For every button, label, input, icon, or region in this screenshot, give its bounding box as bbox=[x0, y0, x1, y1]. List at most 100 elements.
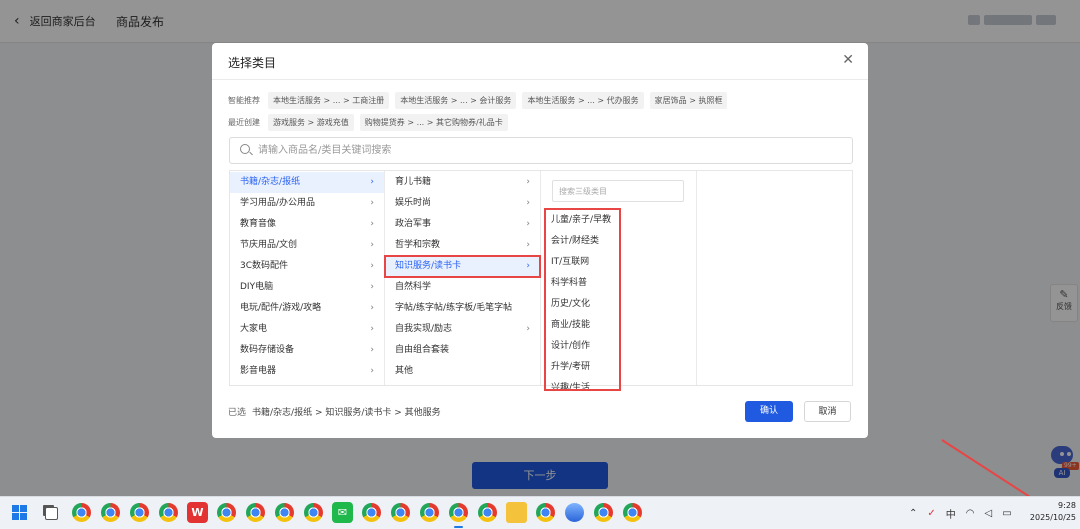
recommend-chip[interactable]: 本地生活服务 > ... > 代办服务 bbox=[522, 92, 644, 109]
recent-label: 最近创建 bbox=[228, 118, 260, 127]
close-icon[interactable]: ✕ bbox=[842, 52, 854, 68]
chevron-right-icon: › bbox=[370, 261, 374, 271]
selected-category: 已选 书籍/杂志/报纸 > 知识服务/读书卡 > 其他服务 bbox=[228, 405, 441, 418]
level3-item[interactable]: 兴趣/生活 bbox=[546, 378, 619, 389]
level2-item[interactable]: 自由组合套装 bbox=[385, 340, 540, 361]
level1-item[interactable]: 书籍/杂志/报纸 › bbox=[230, 172, 384, 193]
volume-icon[interactable]: ◁ bbox=[985, 508, 993, 519]
level3-item[interactable]: IT/互联网 bbox=[546, 252, 619, 273]
level2-item[interactable]: 育儿书籍 › bbox=[385, 172, 540, 193]
weather-icon[interactable] bbox=[565, 503, 584, 522]
chrome-icon[interactable] bbox=[159, 503, 178, 522]
recommend-chip[interactable]: 本地生活服务 > ... > 工商注册 bbox=[268, 92, 390, 109]
level1-item[interactable]: 电玩/配件/游戏/攻略 › bbox=[230, 298, 384, 319]
level3-search-input[interactable] bbox=[553, 181, 685, 201]
level1-item[interactable]: 3C数码配件 › bbox=[230, 256, 384, 277]
chevron-right-icon: › bbox=[370, 324, 374, 334]
level3-item[interactable]: 科学科普 bbox=[546, 273, 619, 294]
chrome-icon[interactable] bbox=[130, 503, 149, 522]
modal-header: 选择类目 ✕ bbox=[212, 43, 868, 80]
level3-item[interactable]: 商业/技能 bbox=[546, 315, 619, 336]
level2-item[interactable]: 自然科学 bbox=[385, 277, 540, 298]
level2-item-selected[interactable]: 知识服务/读书卡 › bbox=[384, 255, 541, 278]
category-search-box[interactable] bbox=[229, 137, 853, 164]
recent-chip[interactable]: 游戏服务 > 游戏充值 bbox=[268, 114, 354, 131]
folder-icon[interactable] bbox=[506, 502, 527, 523]
level3-item[interactable]: 升学/考研 bbox=[546, 357, 619, 378]
level2-item[interactable]: 娱乐时尚 › bbox=[385, 193, 540, 214]
chrome-icon[interactable] bbox=[478, 503, 497, 522]
chevron-right-icon: › bbox=[370, 198, 374, 208]
chrome-icon-active[interactable] bbox=[449, 503, 468, 528]
level1-item[interactable]: 教育音像 › bbox=[230, 214, 384, 235]
level2-column: 育儿书籍 › 娱乐时尚 › 政治军事 › 哲学和宗教 › 知识服务/读书卡 › 自然科学 … bbox=[384, 171, 541, 385]
chevron-right-icon: › bbox=[370, 345, 374, 355]
recommend-row: 智能推荐 本地生活服务 > ... > 工商注册 本地生活服务 > ... > … bbox=[228, 92, 728, 109]
wechat-icon[interactable]: ✉ bbox=[332, 502, 353, 523]
level3-column: 儿童/亲子/早教 会计/财经类 IT/互联网 科学科普 历史/文化 商业/技能 … bbox=[541, 171, 697, 391]
windows-start-icon[interactable] bbox=[12, 505, 28, 521]
chrome-icon[interactable] bbox=[275, 503, 294, 522]
ime-indicator[interactable]: 中 bbox=[946, 506, 956, 521]
windows-taskbar: W ✉ ⌃ ✓ 中 ◠ ◁ ▭ 9:28 2025/10/25 bbox=[0, 496, 1080, 529]
chevron-right-icon: › bbox=[526, 177, 530, 187]
chrome-icon[interactable] bbox=[391, 503, 410, 522]
chevron-right-icon: › bbox=[370, 282, 374, 292]
level3-item[interactable]: 儿童/亲子/早教 bbox=[546, 210, 619, 231]
level2-item[interactable]: 字帖/练字帖/练字板/毛笔字帖 bbox=[385, 298, 540, 319]
chrome-icon[interactable] bbox=[246, 503, 265, 522]
chrome-icon[interactable] bbox=[594, 503, 613, 522]
level3-search-box[interactable] bbox=[552, 180, 685, 202]
chrome-icon[interactable] bbox=[623, 503, 642, 522]
level1-item[interactable]: 数码存储设备 › bbox=[230, 340, 384, 361]
chevron-right-icon: › bbox=[370, 219, 374, 229]
wps-icon[interactable]: W bbox=[187, 502, 208, 523]
clock-date: 2025/10/25 bbox=[1029, 513, 1076, 522]
recent-chip[interactable]: 购物提货券 > ... > 其它购物券/礼品卡 bbox=[359, 114, 508, 131]
chevron-right-icon: › bbox=[526, 324, 530, 334]
selected-label: 已选 bbox=[228, 408, 247, 418]
level3-item[interactable]: 会计/财经类 bbox=[546, 231, 619, 252]
taskbar-apps: W ✉ bbox=[40, 502, 643, 528]
chevron-right-icon: › bbox=[526, 219, 530, 229]
chevron-right-icon: › bbox=[526, 198, 530, 208]
level1-item[interactable]: 学习用品/办公用品 › bbox=[230, 193, 384, 214]
cancel-button[interactable]: 取消 bbox=[804, 401, 851, 422]
chrome-icon[interactable] bbox=[420, 503, 439, 522]
level4-column-empty bbox=[697, 171, 852, 385]
category-select-modal: 选择类目 ✕ 智能推荐 本地生活服务 > ... > 工商注册 本地生活服务 >… bbox=[212, 43, 868, 438]
recommend-chip[interactable]: 本地生活服务 > ... > 会计服务 bbox=[395, 92, 517, 109]
level2-item[interactable]: 政治军事 › bbox=[385, 214, 540, 235]
category-columns: 书籍/杂志/报纸 › 学习用品/办公用品 › 教育音像 › 节庆用品/文创 › 3C数码… bbox=[229, 170, 853, 391]
recommend-chip[interactable]: 家居饰品 > 执照框 bbox=[649, 92, 728, 109]
chevron-right-icon: › bbox=[370, 240, 374, 250]
chrome-icon[interactable] bbox=[101, 503, 120, 522]
chrome-icon[interactable] bbox=[217, 503, 236, 522]
level3-item[interactable]: 设计/创作 bbox=[546, 336, 619, 357]
chrome-icon[interactable] bbox=[304, 503, 323, 522]
level1-item[interactable]: 影音电器 › bbox=[230, 361, 384, 382]
chevron-right-icon: › bbox=[526, 261, 530, 271]
level2-item[interactable]: 哲学和宗教 › bbox=[385, 235, 540, 256]
chevron-right-icon: › bbox=[370, 366, 374, 376]
confirm-button[interactable]: 确认 bbox=[745, 401, 793, 422]
wps-tray-icon[interactable]: ✓ bbox=[927, 508, 935, 519]
chevron-up-icon[interactable]: ⌃ bbox=[909, 508, 917, 519]
chevron-right-icon: › bbox=[370, 303, 374, 313]
level1-item[interactable]: 节庆用品/文创 › bbox=[230, 235, 384, 256]
level3-item[interactable]: 历史/文化 bbox=[546, 294, 619, 315]
wifi-icon[interactable]: ◠ bbox=[966, 508, 975, 519]
chevron-right-icon: › bbox=[370, 177, 374, 187]
recommend-label: 智能推荐 bbox=[228, 96, 260, 105]
task-view-icon[interactable] bbox=[45, 507, 58, 520]
chrome-icon[interactable] bbox=[536, 503, 555, 522]
battery-icon[interactable]: ▭ bbox=[1002, 508, 1011, 519]
chrome-icon[interactable] bbox=[72, 503, 91, 522]
level2-item[interactable]: 其他 bbox=[385, 361, 540, 382]
chrome-icon[interactable] bbox=[362, 503, 381, 522]
category-search-input[interactable] bbox=[258, 138, 838, 163]
level2-item[interactable]: 自我实现/励志 › bbox=[385, 319, 540, 340]
taskbar-clock[interactable]: 9:28 2025/10/25 bbox=[1026, 500, 1076, 524]
level1-item[interactable]: DIY电脑 › bbox=[230, 277, 384, 298]
level1-item[interactable]: 大家电 › bbox=[230, 319, 384, 340]
